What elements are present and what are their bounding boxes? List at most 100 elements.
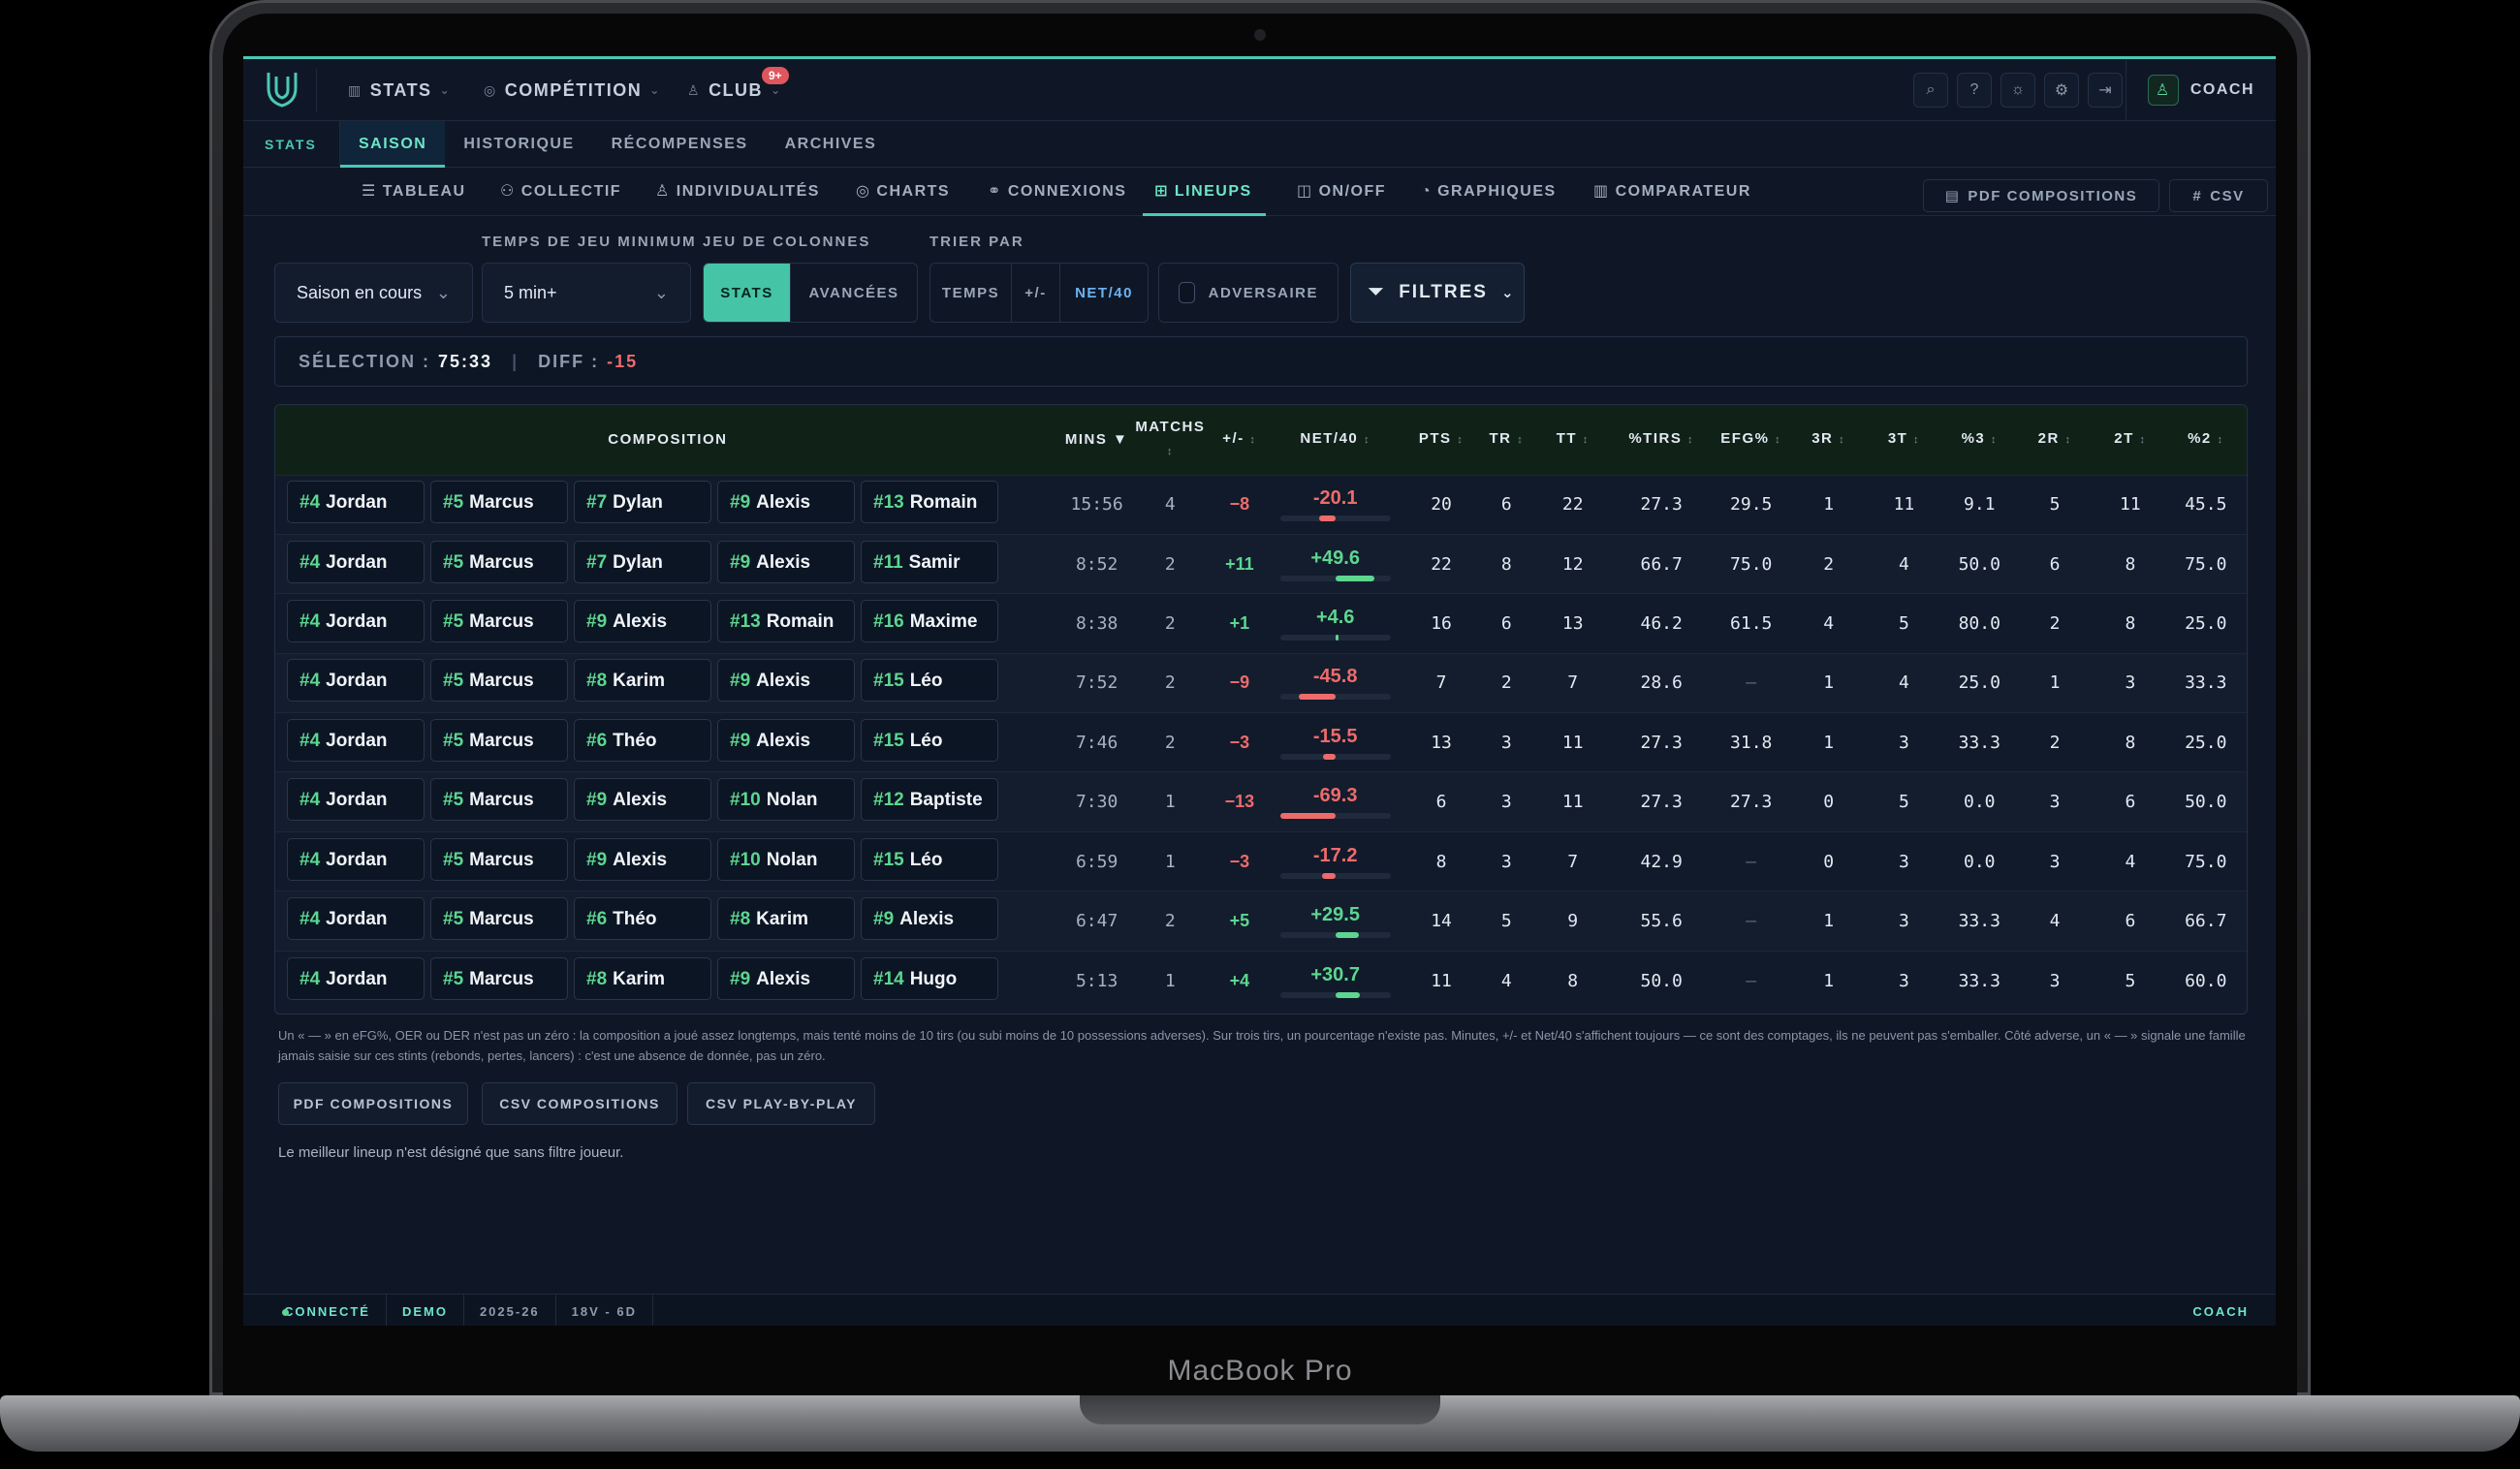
col-matchs[interactable]: MATCHS ↕ — [1133, 405, 1207, 475]
tab-archives[interactable]: ARCHIVES — [767, 121, 896, 168]
player-chip[interactable]: #5 Marcus — [430, 718, 568, 762]
col-mins[interactable]: MINS ▼ — [1060, 405, 1134, 475]
player-chip[interactable]: #5 Marcus — [430, 599, 568, 642]
player-chip[interactable]: #6 Théo — [574, 896, 711, 940]
player-chip[interactable]: #5 Marcus — [430, 778, 568, 822]
tab-saison[interactable]: SAISON — [340, 120, 446, 168]
theme-button[interactable]: ☼ — [2000, 73, 2035, 108]
help-button[interactable]: ? — [1957, 73, 1992, 108]
player-chip[interactable]: #9 Alexis — [574, 599, 711, 642]
tab-collectif[interactable]: ⚇ COLLECTIF — [500, 168, 621, 216]
player-chip[interactable]: #14 Hugo — [861, 956, 998, 1000]
season-select[interactable]: Saison en cours ⌄ — [274, 263, 473, 323]
player-chip[interactable]: #4 Jordan — [287, 659, 425, 703]
player-chip[interactable]: #5 Marcus — [430, 837, 568, 881]
col-3r[interactable]: 3R ↕ — [1796, 405, 1861, 475]
export-pdf-compositions[interactable]: PDF COMPOSITIONS — [278, 1082, 468, 1125]
player-chip[interactable]: #9 Alexis — [717, 481, 855, 524]
search-button[interactable]: ⌕ — [1913, 73, 1948, 108]
table-row[interactable]: #4 Jordan #5 Marcus #7 Dylan #9 Alexis #11 Samir 8… — [275, 533, 2247, 594]
player-chip[interactable]: #5 Marcus — [430, 481, 568, 524]
tab-graphiques[interactable]: ◔ GRAPHIQUES — [1421, 168, 1557, 216]
sort-temps[interactable]: TEMPS — [930, 264, 1012, 322]
player-chip[interactable]: #4 Jordan — [287, 718, 425, 762]
player-chip[interactable]: #5 Marcus — [430, 956, 568, 1000]
col-2t[interactable]: 2T ↕ — [2097, 405, 2162, 475]
export-csv-play-by-play[interactable]: CSV PLAY-BY-PLAY — [687, 1082, 875, 1125]
tab-recompenses[interactable]: RÉCOMPENSES — [593, 121, 767, 168]
player-chip[interactable]: #15 Léo — [861, 837, 998, 881]
player-chip[interactable]: #9 Alexis — [717, 659, 855, 703]
table-row[interactable]: #4 Jordan #5 Marcus #8 Karim #9 Alexis #14 Hugo 5:… — [275, 950, 2247, 1011]
nav-stats[interactable]: ▥ STATS ⌄ — [348, 59, 451, 121]
player-chip[interactable]: #8 Karim — [574, 956, 711, 1000]
tab-charts[interactable]: ◎ CHARTS — [856, 168, 950, 216]
player-chip[interactable]: #15 Léo — [861, 659, 998, 703]
col-3t[interactable]: 3T ↕ — [1861, 405, 1946, 475]
player-chip[interactable]: #8 Karim — [717, 896, 855, 940]
sort-net40[interactable]: NET/40 — [1060, 264, 1148, 322]
col-tr[interactable]: TR ↕ — [1484, 405, 1528, 475]
columns-stats[interactable]: STATS — [704, 264, 791, 322]
player-chip[interactable]: #13 Romain — [717, 599, 855, 642]
table-row[interactable]: #4 Jordan #5 Marcus #9 Alexis #10 Nolan #15 Léo 6:… — [275, 830, 2247, 891]
player-chip[interactable]: #12 Baptiste — [861, 778, 998, 822]
table-row[interactable]: #4 Jordan #5 Marcus #9 Alexis #13 Romain #16 Maxi… — [275, 593, 2247, 654]
opponent-toggle[interactable]: ADVERSAIRE — [1158, 263, 1339, 323]
columns-avancees[interactable]: AVANCÉES — [791, 264, 917, 322]
col-pct-tirs[interactable]: %TIRS ↕ — [1617, 405, 1707, 475]
player-chip[interactable]: #9 Alexis — [717, 956, 855, 1000]
tab-lineups[interactable]: ⊞ LINEUPS — [1143, 168, 1266, 216]
nav-competition[interactable]: ◎ COMPÉTITION ⌄ — [484, 59, 661, 121]
tab-comparateur[interactable]: ▥ COMPARATEUR — [1593, 168, 1751, 216]
tab-historique[interactable]: HISTORIQUE — [445, 121, 592, 168]
player-chip[interactable]: #4 Jordan — [287, 956, 425, 1000]
player-chip[interactable]: #9 Alexis — [574, 837, 711, 881]
app-logo[interactable] — [263, 69, 317, 111]
tab-tableau[interactable]: ☰ TABLEAU — [362, 168, 466, 216]
col-plus-minus[interactable]: +/- ↕ — [1207, 405, 1272, 475]
settings-button[interactable]: ⚙ — [2044, 73, 2079, 108]
pdf-compositions-button[interactable]: ▤ PDF COMPOSITIONS — [1923, 179, 2159, 212]
player-chip[interactable]: #8 Karim — [574, 659, 711, 703]
csv-button[interactable]: # CSV — [2169, 179, 2268, 212]
player-chip[interactable]: #9 Alexis — [861, 896, 998, 940]
filters-button[interactable]: ⏷ FILTRES ⌄ — [1350, 263, 1525, 323]
table-row[interactable]: #4 Jordan #5 Marcus #9 Alexis #10 Nolan #12 Bapti… — [275, 771, 2247, 832]
player-chip[interactable]: #9 Alexis — [717, 540, 855, 583]
player-chip[interactable]: #4 Jordan — [287, 599, 425, 642]
player-chip[interactable]: #4 Jordan — [287, 540, 425, 583]
user-menu[interactable]: ♙ COACH — [2125, 59, 2276, 121]
export-csv-compositions[interactable]: CSV COMPOSITIONS — [482, 1082, 677, 1125]
player-chip[interactable]: #9 Alexis — [574, 778, 711, 822]
player-chip[interactable]: #16 Maxime — [861, 599, 998, 642]
player-chip[interactable]: #7 Dylan — [574, 540, 711, 583]
min-time-select[interactable]: 5 min+ ⌄ — [482, 263, 691, 323]
player-chip[interactable]: #15 Léo — [861, 718, 998, 762]
tab-individualites[interactable]: ♙ INDIVIDUALITÉS — [655, 168, 820, 216]
table-row[interactable]: #4 Jordan #5 Marcus #6 Théo #8 Karim #9 Alexis 6:4… — [275, 891, 2247, 952]
player-chip[interactable]: #5 Marcus — [430, 896, 568, 940]
tab-connexions[interactable]: ⚭ CONNEXIONS — [988, 168, 1126, 216]
player-chip[interactable]: #4 Jordan — [287, 778, 425, 822]
tab-on-off[interactable]: ◫ ON/OFF — [1297, 168, 1386, 216]
sort-plus-minus[interactable]: +/- — [1012, 264, 1060, 322]
col-pct2[interactable]: %2 ↕ — [2163, 405, 2247, 475]
col-2r[interactable]: 2R ↕ — [2012, 405, 2097, 475]
table-row[interactable]: #4 Jordan #5 Marcus #8 Karim #9 Alexis #15 Léo 7:5… — [275, 652, 2247, 713]
player-chip[interactable]: #4 Jordan — [287, 896, 425, 940]
player-chip[interactable]: #5 Marcus — [430, 659, 568, 703]
player-chip[interactable]: #4 Jordan — [287, 837, 425, 881]
col-net40[interactable]: NET/40 ↕ — [1273, 405, 1399, 475]
player-chip[interactable]: #10 Nolan — [717, 778, 855, 822]
player-chip[interactable]: #11 Samir — [861, 540, 998, 583]
player-chip[interactable]: #6 Théo — [574, 718, 711, 762]
col-tt[interactable]: TT ↕ — [1528, 405, 1616, 475]
player-chip[interactable]: #9 Alexis — [717, 718, 855, 762]
player-chip[interactable]: #4 Jordan — [287, 481, 425, 524]
player-chip[interactable]: #10 Nolan — [717, 837, 855, 881]
col-pct3[interactable]: %3 ↕ — [1947, 405, 2012, 475]
player-chip[interactable]: #5 Marcus — [430, 540, 568, 583]
col-efg[interactable]: EFG% ↕ — [1706, 405, 1796, 475]
logout-button[interactable]: ⇥ — [2088, 73, 2123, 108]
